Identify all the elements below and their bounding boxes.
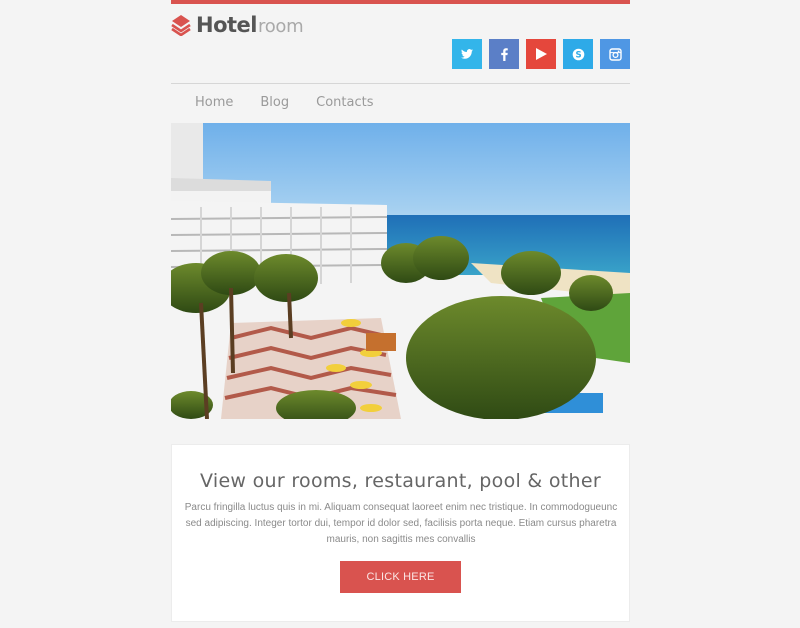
skype-icon: S	[572, 48, 584, 60]
facebook-button[interactable]	[489, 39, 519, 69]
hotel-beach-photo	[171, 123, 630, 419]
youtube-play-icon	[535, 48, 547, 60]
skype-button[interactable]: S	[563, 39, 593, 69]
instagram-icon	[608, 47, 622, 61]
nav-item-home[interactable]: Home	[195, 95, 233, 110]
header-divider	[171, 83, 630, 84]
top-accent-bar	[171, 0, 630, 4]
logo[interactable]: Hotel room	[171, 11, 304, 39]
hero-image	[171, 123, 630, 419]
twitter-button[interactable]	[452, 39, 482, 69]
svg-text:S: S	[575, 50, 581, 60]
twitter-icon	[461, 49, 473, 59]
nav-item-contacts[interactable]: Contacts	[316, 95, 373, 110]
social-links: S	[452, 39, 630, 69]
main-nav: Home Blog Contacts	[195, 95, 401, 110]
promo-card: View our rooms, restaurant, pool & other…	[171, 444, 630, 622]
click-here-button[interactable]: CLICK HERE	[340, 561, 461, 593]
instagram-button[interactable]	[600, 39, 630, 69]
promo-body: Parcu fringilla luctus quis in mi. Aliqu…	[184, 502, 618, 545]
youtube-button[interactable]	[526, 39, 556, 69]
logo-text-bold: Hotel	[196, 13, 257, 37]
nav-item-blog[interactable]: Blog	[260, 95, 289, 110]
promo-title: View our rooms, restaurant, pool & other	[199, 470, 602, 492]
logo-text-light: room	[257, 16, 304, 37]
facebook-icon	[500, 47, 508, 61]
stacked-layers-icon	[171, 15, 191, 36]
